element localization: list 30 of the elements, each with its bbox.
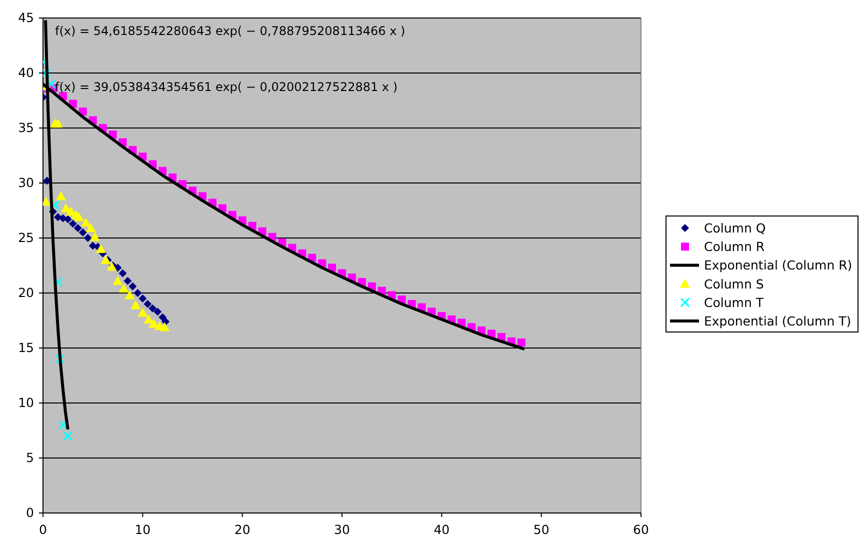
legend-label: Exponential (Column R) [704,258,852,273]
axis-label: 25 [18,230,34,245]
axis-label: 0 [39,522,47,537]
legend-label: Column T [704,294,764,310]
legend-label: Column R [704,239,765,254]
axis-label: 45 [18,10,34,25]
axis-label: 35 [18,120,34,135]
axis-label: 40 [434,522,450,537]
axis-label: 5 [26,450,34,465]
axis-label: 10 [18,395,34,410]
axis-label: 10 [134,522,151,537]
diamond-marker [681,224,689,232]
axis-label: 20 [18,285,34,300]
square-marker [681,242,689,251]
legend-line-icon [670,320,699,322]
legend-line-icon [670,264,699,267]
triangle-marker [680,278,690,288]
legend-label: Column Q [704,220,766,236]
axis-label: 30 [18,175,34,190]
legend-label: Column S [704,276,764,292]
axis-label: 60 [633,522,649,537]
legend-label: Exponential (Column T) [704,314,852,328]
axis-label: 0 [26,505,34,520]
cross-marker [680,298,690,308]
axis-label: 20 [234,522,250,537]
axis-label: 30 [334,522,350,537]
axis-label: 50 [533,522,550,537]
equation-label: f(x) = 54,6185542280643 exp( − 0,788795208113466 x ) [55,24,406,38]
axis-label: 15 [18,340,34,355]
axis-label: 40 [18,65,34,80]
